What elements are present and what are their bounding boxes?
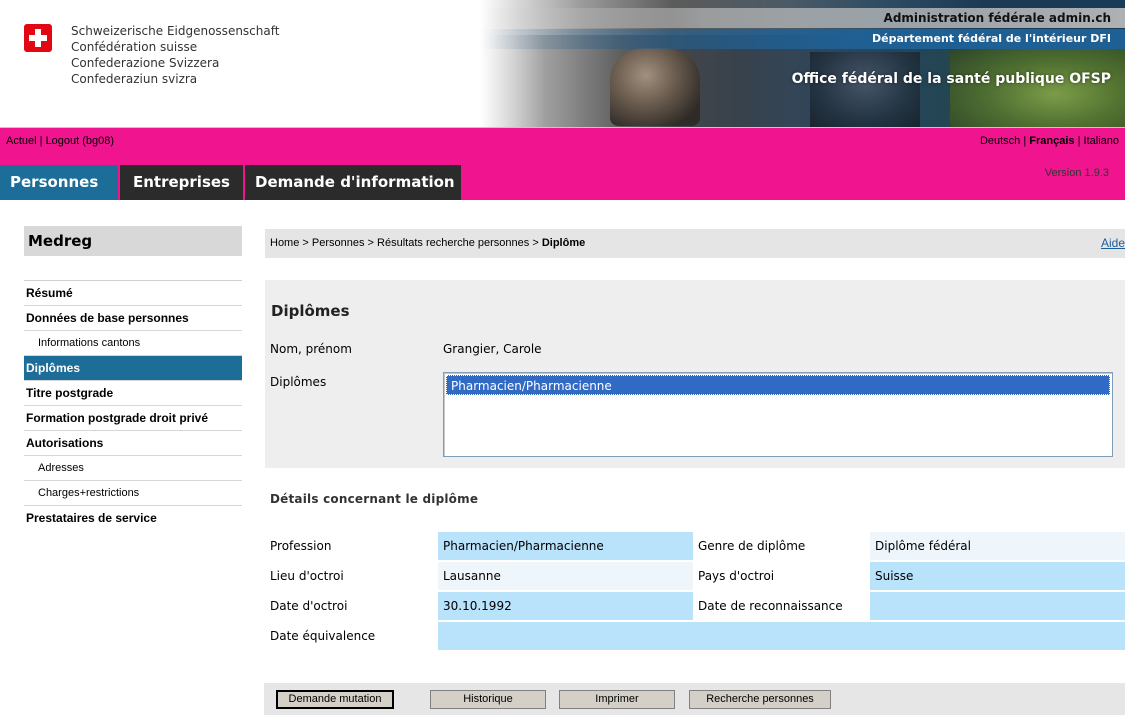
sidebar-item-resume[interactable]: Résumé (24, 281, 242, 306)
sidebar-item-autorisations[interactable]: Autorisations (24, 431, 242, 456)
diplomas-panel: Diplômes Nom, prénom Grangier, Carole Di… (265, 280, 1125, 468)
tab-entreprises[interactable]: Entreprises (120, 165, 243, 200)
imprimer-button[interactable]: Imprimer (559, 690, 675, 709)
sidebar-item-prestataires[interactable]: Prestataires de service (24, 506, 242, 531)
page-title: Diplômes (271, 302, 350, 320)
site-header: Schweizerische Eidgenossenschaft Confédé… (0, 0, 1125, 127)
recherche-personnes-button[interactable]: Recherche personnes (689, 690, 831, 709)
confederation-line: Schweizerische Eidgenossenschaft (71, 24, 280, 38)
confederation-names: Schweizerische Eidgenossenschaft Confédé… (71, 23, 279, 87)
logout-link[interactable]: Logout (bg08) (46, 135, 115, 147)
diploma-details-table: Profession Pharmacien/Pharmacienne Genre… (265, 530, 1125, 652)
demande-mutation-button[interactable]: Demande mutation (276, 690, 394, 709)
sidebar-item-informations-cantons[interactable]: Informations cantons (24, 331, 242, 356)
confederation-line: Confederazione Svizzera (71, 56, 220, 70)
breadcrumb-home[interactable]: Home (270, 237, 299, 249)
department-title: Département fédéral de l'intérieur DFI (480, 29, 1125, 49)
genre-value: Diplôme fédéral (870, 532, 1125, 560)
sidebar-item-diplomes[interactable]: Diplômes (24, 356, 242, 381)
user-links: Actuel | Logout (bg08) (6, 135, 115, 147)
table-row: Date équivalence (265, 622, 1125, 650)
diplomas-list-label: Diplômes (270, 375, 327, 389)
lang-francais[interactable]: Français (1029, 135, 1074, 147)
action-bar: Demande mutation Historique Imprimer Rec… (264, 683, 1125, 715)
language-switcher: Deutsch | Français | Italiano (979, 135, 1119, 147)
version-label: Version 1.9.3 (1044, 167, 1109, 179)
table-row: Lieu d'octroi Lausanne Pays d'octroi Sui… (265, 562, 1125, 590)
confederation-line: Confederaziun svizra (71, 72, 198, 86)
breadcrumb-personnes[interactable]: Personnes (312, 237, 365, 249)
table-row: Profession Pharmacien/Pharmacienne Genre… (265, 532, 1125, 560)
user-bar: Actuel | Logout (bg08) Deutsch | Françai… (0, 127, 1125, 165)
sidebar-item-titre-postgrade[interactable]: Titre postgrade (24, 381, 242, 406)
tab-demande-information[interactable]: Demande d'information (245, 165, 461, 200)
pays-label: Pays d'octroi (693, 562, 870, 590)
main-navigation: Personnes Entreprises Demande d'informat… (0, 165, 1125, 200)
lang-italiano[interactable]: Italiano (1084, 135, 1119, 147)
historique-button[interactable]: Historique (430, 690, 546, 709)
lieu-label: Lieu d'octroi (265, 562, 438, 590)
sidebar-item-charges-restrictions[interactable]: Charges+restrictions (24, 481, 242, 506)
help-link[interactable]: Aide (1101, 229, 1125, 258)
equivalence-label: Date équivalence (265, 622, 438, 650)
sidebar-item-formation-postgrade[interactable]: Formation postgrade droit privé (24, 406, 242, 431)
breadcrumb-results[interactable]: Résultats recherche personnes (377, 237, 529, 249)
details-title: Détails concernant le diplôme (270, 492, 479, 506)
actuel-link[interactable]: Actuel (6, 135, 37, 147)
diploma-option[interactable]: Pharmacien/Pharmacienne (446, 375, 1110, 395)
name-label: Nom, prénom (270, 342, 352, 356)
breadcrumb: Home > Personnes > Résultats recherche p… (265, 229, 1125, 258)
reconnaissance-value (870, 592, 1125, 620)
reconnaissance-label: Date de reconnaissance (693, 592, 870, 620)
diplomas-listbox[interactable]: Pharmacien/Pharmacienne (443, 372, 1113, 457)
genre-label: Genre de diplôme (693, 532, 870, 560)
swiss-cross-logo (24, 24, 52, 52)
pays-value: Suisse (870, 562, 1125, 590)
date-octroi-label: Date d'octroi (265, 592, 438, 620)
sidebar-item-adresses[interactable]: Adresses (24, 456, 242, 481)
profession-value: Pharmacien/Pharmacienne (438, 532, 693, 560)
confederation-line: Confédération suisse (71, 40, 198, 54)
lang-deutsch[interactable]: Deutsch (980, 135, 1020, 147)
profession-label: Profession (265, 532, 438, 560)
sidebar-item-donnees-base[interactable]: Données de base personnes (24, 306, 242, 331)
banner-photo-dark (810, 52, 920, 127)
office-title: Office fédéral de la santé publique OFSP (791, 71, 1111, 87)
equivalence-value (438, 622, 1125, 650)
tab-personnes[interactable]: Personnes (0, 165, 118, 200)
sidebar: Medreg Résumé Données de base personnes … (24, 226, 242, 531)
date-octroi-value: 30.10.1992 (438, 592, 693, 620)
name-value: Grangier, Carole (443, 342, 542, 356)
admin-link[interactable]: Administration fédérale admin.ch (480, 8, 1125, 28)
lieu-value: Lausanne (438, 562, 693, 590)
breadcrumb-current: Diplôme (541, 237, 586, 249)
banner-photo-people (610, 48, 700, 126)
table-row: Date d'octroi 30.10.1992 Date de reconna… (265, 592, 1125, 620)
sidebar-menu: Résumé Données de base personnes Informa… (24, 280, 242, 531)
sidebar-title: Medreg (24, 226, 242, 256)
